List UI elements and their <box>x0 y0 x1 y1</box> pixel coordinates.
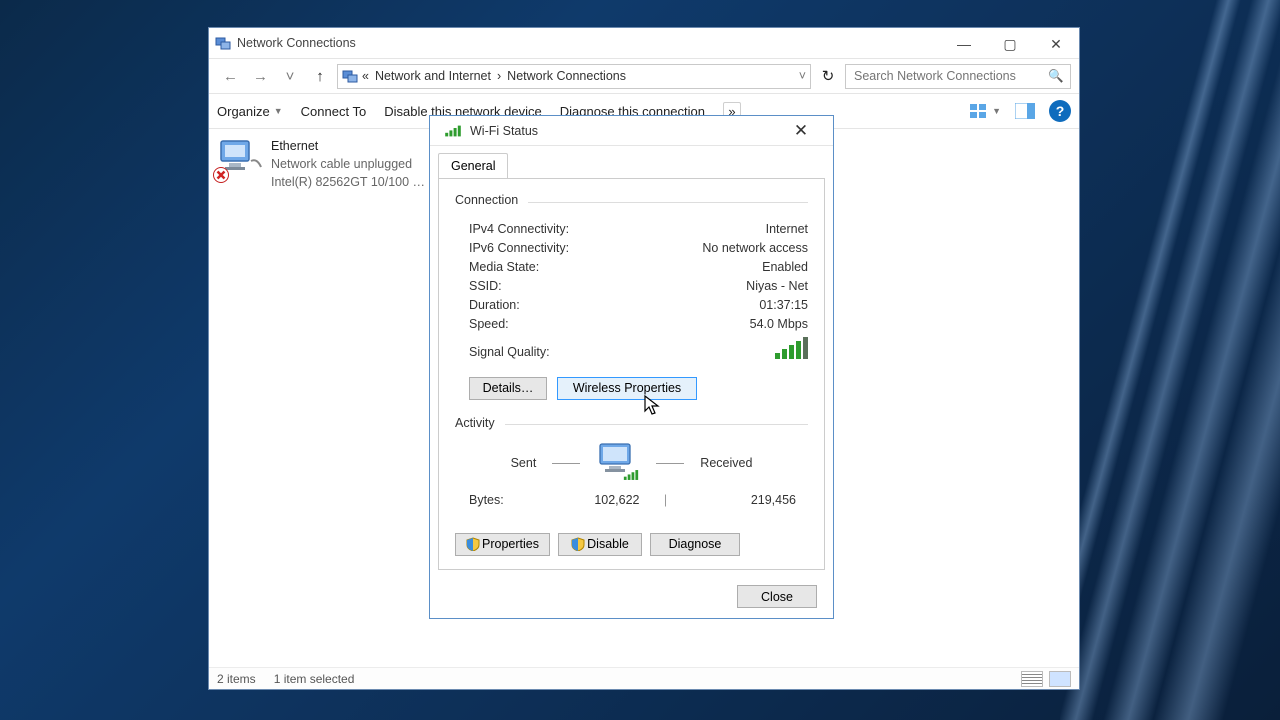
wifi-status-dialog: Wi-Fi Status ✕ General Connection IPv4 C… <box>429 115 834 619</box>
activity-icon <box>596 442 640 485</box>
connect-to-command[interactable]: Connect To <box>301 104 367 119</box>
connection-details-table: IPv4 Connectivity:Internet IPv6 Connecti… <box>455 219 808 365</box>
wireless-properties-button[interactable]: Wireless Properties <box>557 377 697 400</box>
shield-icon <box>571 537 585 551</box>
adapter-status: Network cable unplugged <box>271 155 425 173</box>
bytes-sent-value: 102,622 <box>523 493 652 507</box>
duration-label: Duration: <box>455 295 638 314</box>
adapter-device: Intel(R) 82562GT 10/100 … <box>271 173 425 191</box>
search-input[interactable] <box>852 68 1042 84</box>
ssid-value: Niyas - Net <box>638 276 808 295</box>
duration-value: 01:37:15 <box>638 295 808 314</box>
speed-value: 54.0 Mbps <box>638 314 808 333</box>
tab-general[interactable]: General <box>438 153 508 178</box>
breadcrumb-part2[interactable]: Network Connections <box>505 69 628 83</box>
wifi-icon <box>445 125 461 136</box>
details-view-button[interactable] <box>1021 671 1043 687</box>
received-label: Received <box>700 456 752 470</box>
adapter-name: Ethernet <box>271 137 425 155</box>
signal-quality-bars <box>775 337 808 359</box>
window-title: Network Connections <box>237 36 356 50</box>
status-item-count: 2 items <box>217 672 256 686</box>
breadcrumb-sep: › <box>495 69 503 83</box>
search-box[interactable]: 🔍 <box>845 64 1071 89</box>
network-connections-icon <box>215 35 231 51</box>
window-titlebar[interactable]: Network Connections — ▢ ✕ <box>209 28 1079 59</box>
breadcrumb-prefix: « <box>360 69 371 83</box>
ssid-label: SSID: <box>455 276 638 295</box>
refresh-button[interactable]: ↻ <box>815 63 841 89</box>
minimize-button[interactable]: — <box>941 29 987 58</box>
back-button[interactable]: ← <box>217 63 243 89</box>
speed-label: Speed: <box>455 314 638 333</box>
connection-heading: Connection <box>455 193 518 207</box>
close-dialog-button[interactable]: ✕ <box>779 117 823 145</box>
close-window-button[interactable]: ✕ <box>1033 29 1079 58</box>
bytes-received-value: 219,456 <box>680 493 809 507</box>
shield-icon <box>466 537 480 551</box>
disable-button[interactable]: Disable <box>558 533 642 556</box>
disconnected-icon <box>213 167 229 183</box>
activity-heading: Activity <box>455 416 495 430</box>
desktop-light-rays <box>1060 0 1280 720</box>
help-button[interactable]: ? <box>1049 100 1071 122</box>
ipv6-value: No network access <box>638 238 808 257</box>
ethernet-adapter-item[interactable]: Ethernet Network cable unplugged Intel(R… <box>215 137 425 191</box>
details-button[interactable]: Details… <box>469 377 547 400</box>
ipv6-label: IPv6 Connectivity: <box>455 238 638 257</box>
media-state-label: Media State: <box>455 257 638 276</box>
view-options-button[interactable]: ▼ <box>970 103 1001 119</box>
status-bar: 2 items 1 item selected <box>209 667 1079 689</box>
tab-panel: Connection IPv4 Connectivity:Internet IP… <box>438 178 825 570</box>
ethernet-icon <box>215 137 265 177</box>
forward-button: → <box>247 63 273 89</box>
bytes-label: Bytes: <box>455 493 523 507</box>
breadcrumb-part1[interactable]: Network and Internet <box>373 69 493 83</box>
properties-button[interactable]: Properties <box>455 533 550 556</box>
media-state-value: Enabled <box>638 257 808 276</box>
location-icon <box>342 68 358 84</box>
address-bar[interactable]: « Network and Internet › Network Connect… <box>337 64 811 89</box>
preview-pane-button[interactable] <box>1015 103 1035 119</box>
recent-locations-button[interactable]: ˅ <box>277 63 303 89</box>
ipv4-label: IPv4 Connectivity: <box>455 219 638 238</box>
maximize-button[interactable]: ▢ <box>987 29 1033 58</box>
search-icon[interactable]: 🔍 <box>1048 69 1064 84</box>
sent-label: Sent <box>511 456 537 470</box>
dialog-titlebar[interactable]: Wi-Fi Status ✕ <box>430 116 833 146</box>
address-bar-row: ← → ˅ ↑ « Network and Internet › Network… <box>209 59 1079 94</box>
signal-quality-label: Signal Quality: <box>455 333 638 365</box>
tiles-view-button[interactable] <box>1049 671 1071 687</box>
up-button[interactable]: ↑ <box>307 63 333 89</box>
organize-menu[interactable]: Organize ▼ <box>217 104 283 119</box>
ipv4-value: Internet <box>638 219 808 238</box>
diagnose-button[interactable]: Diagnose <box>650 533 740 556</box>
status-selection: 1 item selected <box>274 672 355 686</box>
close-button[interactable]: Close <box>737 585 817 608</box>
dialog-title: Wi-Fi Status <box>470 124 538 138</box>
